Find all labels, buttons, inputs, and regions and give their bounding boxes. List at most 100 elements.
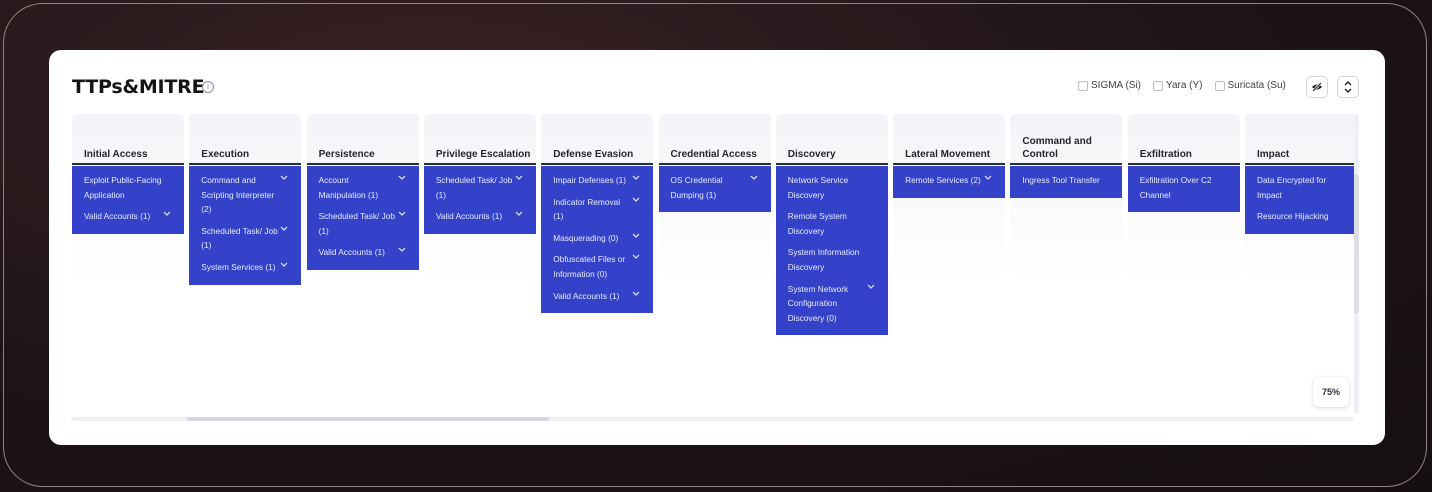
tactic-column: Lateral Movement Remote Services (2) — [893, 114, 1006, 354]
technique-item[interactable]: Valid Accounts (1) — [72, 206, 184, 228]
technique-label: Indicator Removal (1) — [553, 196, 621, 222]
technique-item[interactable]: System Services (1) — [189, 257, 301, 279]
tactic-header[interactable]: Persistence — [319, 148, 415, 161]
chevron-down-icon[interactable] — [398, 210, 407, 219]
tactic-header[interactable]: Defense Evasion — [553, 148, 649, 161]
technique-item[interactable]: Exfiltration Over C2 Channel — [1128, 170, 1240, 206]
technique-item[interactable]: Remote Services (2) — [893, 170, 1005, 192]
technique-item[interactable]: Obfuscated Files or Information (0) — [541, 249, 653, 285]
technique-item[interactable]: Valid Accounts (1) — [541, 286, 653, 308]
hide-button[interactable] — [1306, 76, 1328, 98]
technique-item[interactable]: Resource Hijacking — [1245, 206, 1357, 228]
tactic-column: Credential Access OS Credential Dumping (… — [658, 114, 771, 354]
tactic-divider — [541, 163, 654, 165]
tactic-header[interactable]: Execution — [201, 148, 297, 161]
chevron-down-icon[interactable] — [632, 232, 641, 241]
chevron-down-icon[interactable] — [280, 261, 289, 270]
tactic-column: Execution Command and Scripting Interpret… — [189, 114, 302, 354]
chevron-down-icon[interactable] — [984, 174, 993, 183]
tactic-column: Initial Access Exploit Public-Facing Appl… — [72, 114, 184, 354]
sigma-checkbox[interactable] — [1078, 80, 1088, 91]
technique-item[interactable]: Data Encrypted for Impact — [1245, 170, 1357, 206]
tactic-divider — [72, 163, 184, 165]
technique-label: Remote System Discovery — [787, 211, 847, 236]
technique-list: Data Encrypted for Impact Resource Hijack… — [1245, 166, 1357, 234]
technique-label: Resource Hijacking — [1257, 211, 1329, 222]
chevron-down-icon[interactable] — [632, 196, 641, 205]
filter-sigma[interactable]: SIGMA (Si) — [1078, 80, 1141, 91]
technique-item[interactable]: System Information Discovery — [776, 242, 888, 278]
tactic-header[interactable]: Privilege Escalation — [436, 148, 532, 161]
technique-label: Obfuscated Files or Information (0) — [553, 254, 626, 279]
technique-label: Command and Scripting Interpreter (2) — [201, 175, 275, 215]
chevron-down-icon[interactable] — [867, 283, 876, 292]
tactic-header[interactable]: Exfiltration — [1140, 148, 1236, 161]
chevron-down-icon[interactable] — [515, 174, 524, 183]
technique-item[interactable]: Indicator Removal (1) — [541, 192, 653, 228]
chevron-down-icon[interactable] — [632, 290, 641, 299]
technique-label: System Services (1) — [201, 261, 276, 272]
filter-suricata[interactable]: Suricata (Su) — [1214, 80, 1286, 91]
filter-sigma-label: SIGMA (Si) — [1091, 80, 1142, 91]
tactic-header[interactable]: Impact — [1257, 148, 1353, 161]
horizontal-scrollbar[interactable] — [71, 417, 1354, 421]
technique-label: Scheduled Task/ Job (1) — [201, 225, 278, 251]
technique-item[interactable]: Scheduled Task/ Job (1) — [189, 221, 301, 257]
page-title: TTPs&MITRE — [72, 76, 205, 98]
tactic-header[interactable]: Discovery — [788, 148, 884, 161]
technique-label: Data Encrypted for Impact — [1257, 175, 1327, 200]
horizontal-scroll-thumb[interactable] — [187, 417, 549, 421]
technique-item[interactable]: Command and Scripting Interpreter (2) — [189, 170, 301, 221]
mitre-panel: TTPs&MITRE i SIGMA (Si) Yara (Y) Suricat… — [49, 50, 1385, 445]
chevron-down-icon[interactable] — [163, 210, 172, 219]
suricata-checkbox[interactable] — [1214, 80, 1225, 91]
vertical-scrollbar[interactable] — [1354, 114, 1359, 414]
tactic-divider — [1245, 163, 1357, 165]
tactic-header[interactable]: Credential Access — [671, 148, 767, 161]
chevron-down-icon[interactable] — [280, 174, 289, 183]
technique-item[interactable]: Valid Accounts (1) — [424, 206, 536, 228]
technique-item[interactable]: Masquerading (0) — [541, 228, 653, 250]
technique-label: Ingress Tool Transfer — [1022, 175, 1100, 185]
expand-button[interactable] — [1337, 76, 1359, 98]
technique-item[interactable]: Account Manipulation (1) — [307, 170, 419, 206]
technique-item[interactable]: Valid Accounts (1) — [307, 242, 419, 264]
technique-list: Account Manipulation (1) Scheduled Task/ … — [306, 166, 419, 270]
tactic-divider — [306, 163, 419, 165]
filter-yara[interactable]: Yara (Y) — [1153, 80, 1203, 91]
vertical-scroll-thumb[interactable] — [1354, 174, 1359, 314]
technique-item[interactable]: OS Credential Dumping (1) — [659, 170, 771, 206]
technique-label: Valid Accounts (1) — [435, 211, 503, 222]
tactic-header[interactable]: Initial Access — [84, 148, 180, 161]
info-icon[interactable]: i — [202, 81, 214, 93]
tactic-column: Discovery Network Service Discovery Remote… — [775, 114, 888, 354]
technique-label: Account Manipulation (1) — [318, 175, 379, 200]
technique-label: Exploit Public-Facing Application — [84, 175, 162, 200]
technique-item[interactable]: Exploit Public-Facing Application — [72, 170, 184, 206]
technique-item[interactable]: Scheduled Task/ Job (1) — [307, 206, 419, 242]
technique-item[interactable]: Ingress Tool Transfer — [1010, 170, 1122, 192]
technique-item[interactable]: Network Service Discovery — [776, 170, 888, 206]
zoom-level[interactable]: 75% — [1313, 377, 1349, 407]
technique-list: OS Credential Dumping (1) — [658, 166, 771, 213]
technique-item[interactable]: Impair Defenses (1) — [541, 170, 653, 192]
technique-label: System Network Configuration Discovery (… — [787, 283, 849, 323]
technique-item[interactable]: System Network Configuration Discovery (… — [776, 279, 888, 330]
tactic-header[interactable]: Command and Control — [1022, 135, 1118, 161]
yara-checkbox[interactable] — [1153, 80, 1164, 91]
technique-label: Valid Accounts (1) — [84, 211, 151, 222]
tactic-header[interactable]: Lateral Movement — [905, 148, 1001, 161]
rule-filters: SIGMA (Si) Yara (Y) Suricata (Su) — [1078, 80, 1286, 91]
tactic-column: Defense Evasion Impair Defenses (1) Indica… — [541, 114, 654, 354]
chevron-down-icon[interactable] — [280, 225, 289, 234]
chevron-down-icon[interactable] — [750, 174, 759, 183]
chevron-down-icon[interactable] — [632, 253, 641, 262]
technique-item[interactable]: Remote System Discovery — [776, 206, 888, 242]
tactic-column: Persistence Account Manipulation (1) Sched… — [306, 114, 419, 354]
chevron-down-icon[interactable] — [515, 210, 524, 219]
technique-list: Impair Defenses (1) Indicator Removal (1)… — [541, 166, 654, 314]
technique-item[interactable]: Scheduled Task/ Job (1) — [424, 170, 536, 206]
chevron-down-icon[interactable] — [632, 174, 641, 183]
chevron-down-icon[interactable] — [398, 246, 407, 255]
chevron-down-icon[interactable] — [398, 174, 407, 183]
